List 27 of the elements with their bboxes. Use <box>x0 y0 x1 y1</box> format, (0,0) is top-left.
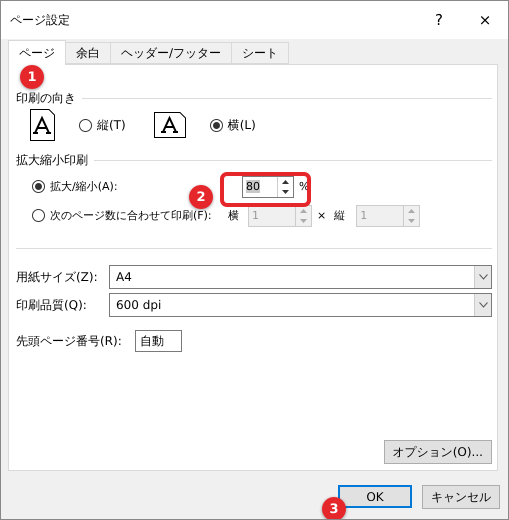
orientation-radio[interactable]: 縦(T) <box>79 116 126 134</box>
print-quality-dropdown[interactable]: 600 dpi <box>109 293 492 317</box>
options-button[interactable]: オプション(O)... <box>384 440 492 464</box>
window-title: ページ設定 <box>10 12 71 28</box>
paper-size-label: 用紙サイズ(Z): <box>16 268 99 286</box>
portrait-page-icon <box>30 109 55 141</box>
ok-button[interactable]: OK <box>338 485 412 508</box>
times-label: × <box>317 209 326 222</box>
landscape-page-icon <box>154 112 186 138</box>
tab[interactable]: ヘッダー/フッター <box>110 42 232 64</box>
print-quality-label: 印刷品質(Q): <box>16 296 88 314</box>
close-button[interactable]: × <box>462 1 508 39</box>
group-title: 印刷の向き <box>16 90 76 106</box>
tall-label: 縦 <box>334 208 346 223</box>
zoom-spin-field[interactable]: 80 <box>242 176 294 198</box>
tab[interactable]: ページ <box>8 40 66 65</box>
tab[interactable]: 余白 <box>65 42 111 64</box>
group-title: 拡大縮小印刷 <box>16 152 88 168</box>
paper-size-dropdown[interactable]: A4 <box>109 265 492 289</box>
wide-label: 横 <box>228 208 240 223</box>
first-page-number-field[interactable]: 自動 <box>135 330 182 352</box>
orientation-radio[interactable]: 横(L) <box>210 116 256 134</box>
cancel-button[interactable]: キャンセル <box>422 485 500 509</box>
step-badge: 3 <box>322 497 346 519</box>
help-button[interactable]: ? <box>416 1 462 39</box>
tab[interactable]: シート <box>231 42 290 64</box>
first-page-number-label: 先頭ページ番号(R): <box>16 332 123 350</box>
